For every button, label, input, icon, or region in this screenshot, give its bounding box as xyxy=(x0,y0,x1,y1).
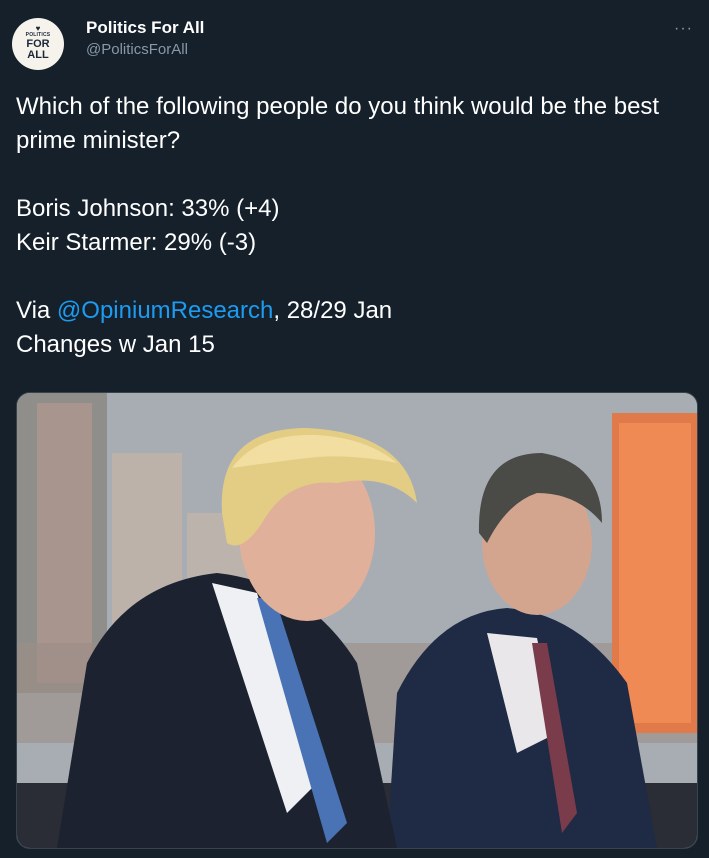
more-options-icon[interactable]: ··· xyxy=(674,20,693,38)
source-date: , 28/29 Jan xyxy=(273,297,393,324)
tweet-photo[interactable] xyxy=(16,392,698,849)
opinium-mention-link[interactable]: @OpiniumResearch xyxy=(57,297,273,324)
tweet-card[interactable]: ♥ POLITICS FOR ALL Politics For All @Pol… xyxy=(0,0,709,858)
display-name[interactable]: Politics For All xyxy=(86,18,204,38)
tweet-question: Which of the following people do you thi… xyxy=(16,93,660,154)
tweet-text: Which of the following people do you thi… xyxy=(16,90,696,362)
poll-result-starmer: Keir Starmer: 29% (-3) xyxy=(16,229,257,256)
author-block: Politics For All @PoliticsForAll xyxy=(86,18,204,58)
source-prefix: Via xyxy=(16,297,57,324)
source-line: Via @OpiniumResearch, 28/29 Jan xyxy=(16,294,696,328)
user-handle[interactable]: @PoliticsForAll xyxy=(86,41,204,58)
poll-result-johnson: Boris Johnson: 33% (+4) xyxy=(16,195,280,222)
photo-illustration xyxy=(17,393,697,848)
avatar-text-bottom: ALL xyxy=(27,49,49,61)
avatar[interactable]: ♥ POLITICS FOR ALL xyxy=(12,18,64,70)
changes-line: Changes w Jan 15 xyxy=(16,331,215,358)
